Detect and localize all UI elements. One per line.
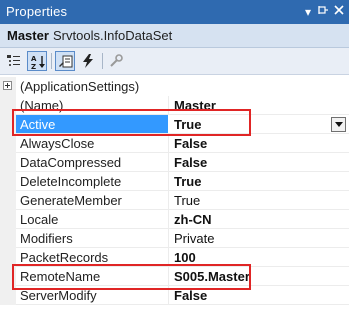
row-gutter: [0, 229, 16, 248]
property-row-packetrecords[interactable]: PacketRecords 100: [0, 248, 349, 267]
properties-toolbar: A Z: [0, 48, 349, 75]
row-gutter: [0, 115, 16, 134]
column-divider: [168, 96, 169, 115]
column-divider: [168, 134, 169, 153]
row-gutter: [0, 134, 16, 153]
object-name: Master: [7, 28, 49, 43]
property-name: AlwaysClose: [20, 136, 95, 151]
events-icon: [83, 54, 93, 68]
property-row-remotename[interactable]: RemoteName S005.Master: [0, 267, 349, 286]
alphabetical-button[interactable]: A Z: [27, 51, 47, 71]
column-divider: [168, 210, 169, 229]
property-name: Modifiers: [20, 231, 73, 246]
property-value[interactable]: S005.Master: [174, 269, 250, 284]
properties-icon: [59, 55, 73, 68]
property-name: DataCompressed: [20, 155, 122, 170]
column-divider: [168, 229, 169, 248]
property-name: PacketRecords: [20, 250, 109, 265]
window-title: Properties: [6, 4, 68, 19]
category-row[interactable]: (ApplicationSettings): [0, 77, 349, 96]
property-value[interactable]: zh-CN: [174, 212, 212, 227]
property-value[interactable]: Master: [174, 98, 216, 113]
category-label: (ApplicationSettings): [20, 79, 140, 94]
close-icon[interactable]: [330, 3, 348, 21]
property-value[interactable]: True: [174, 117, 201, 132]
property-grid: (ApplicationSettings) (Name) Master Acti…: [0, 75, 349, 312]
property-pages-icon: [110, 54, 123, 67]
row-gutter: [0, 96, 16, 115]
property-row-datacompressed[interactable]: DataCompressed False: [0, 153, 349, 172]
column-divider: [168, 248, 169, 267]
property-name: (Name): [20, 98, 64, 113]
property-name: Active: [20, 117, 56, 132]
row-gutter: [0, 172, 16, 191]
column-divider: [168, 191, 169, 210]
row-gutter: [0, 286, 16, 305]
categorized-button[interactable]: [4, 51, 24, 71]
column-divider: [168, 286, 169, 305]
column-divider: [168, 267, 169, 286]
events-button[interactable]: [78, 51, 98, 71]
toolbar-separator: [102, 53, 103, 69]
svg-text:Z: Z: [31, 63, 36, 70]
property-name: ServerModify: [20, 288, 97, 303]
property-row-active[interactable]: Active True: [0, 115, 349, 134]
property-pages-button[interactable]: [106, 51, 126, 71]
property-name: RemoteName: [20, 269, 101, 284]
property-name: Locale: [20, 212, 59, 227]
object-selector[interactable]: Master Srvtools.InfoDataSet: [0, 24, 349, 48]
properties-button[interactable]: [55, 51, 75, 71]
row-gutter: [0, 267, 16, 286]
property-row-locale[interactable]: Locale zh-CN: [0, 210, 349, 229]
column-divider: [168, 172, 169, 191]
toolbar-separator: [51, 53, 52, 69]
chevron-down-icon: [335, 122, 343, 127]
property-value[interactable]: False: [174, 155, 207, 170]
property-value[interactable]: True: [174, 174, 201, 189]
property-name: GenerateMember: [20, 193, 122, 208]
property-row-alwaysclose[interactable]: AlwaysClose False: [0, 134, 349, 153]
property-row-servermodify[interactable]: ServerModify False: [0, 286, 349, 305]
title-bar: Properties ▾: [0, 0, 349, 24]
row-divider: [16, 304, 349, 305]
object-type: Srvtools.InfoDataSet: [53, 28, 173, 43]
property-value[interactable]: 100: [174, 250, 196, 265]
property-value[interactable]: True: [174, 193, 200, 208]
property-value[interactable]: Private: [174, 231, 214, 246]
property-value[interactable]: False: [174, 288, 207, 303]
categorized-icon: [7, 55, 20, 66]
alphabetical-icon: A Z: [31, 55, 45, 70]
value-dropdown-button[interactable]: [331, 117, 346, 132]
property-value[interactable]: False: [174, 136, 207, 151]
property-row-generatemember[interactable]: GenerateMember True: [0, 191, 349, 210]
row-gutter: [0, 153, 16, 172]
column-divider: [168, 153, 169, 172]
svg-text:A: A: [31, 55, 37, 63]
properties-window: Properties ▾ Master Srvtools.InfoDataSet…: [0, 0, 349, 312]
property-name: DeleteIncomplete: [20, 174, 122, 189]
expand-icon[interactable]: [3, 81, 12, 90]
property-row-name[interactable]: (Name) Master: [0, 96, 349, 115]
row-gutter: [0, 191, 16, 210]
row-gutter: [0, 210, 16, 229]
property-row-deleteincomplete[interactable]: DeleteIncomplete True: [0, 172, 349, 191]
property-row-modifiers[interactable]: Modifiers Private: [0, 229, 349, 248]
row-gutter: [0, 248, 16, 267]
